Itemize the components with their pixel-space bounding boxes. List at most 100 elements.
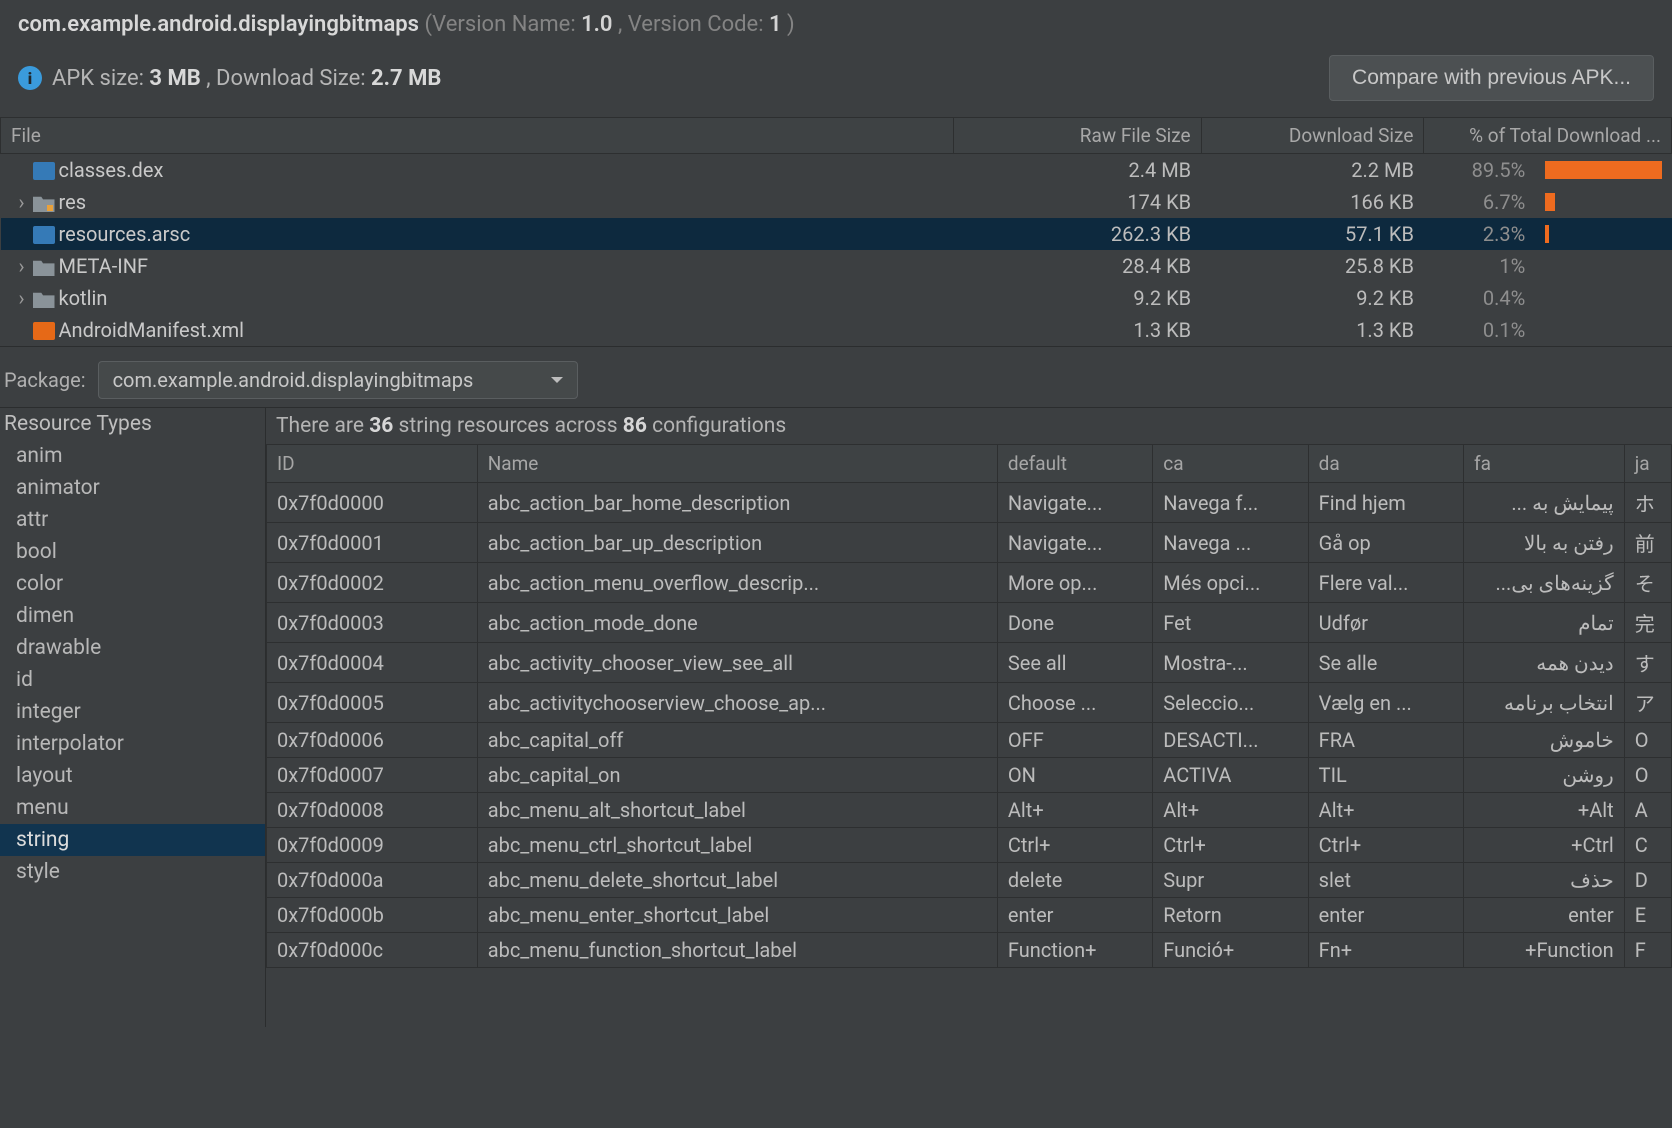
compare-apk-button[interactable]: Compare with previous APK... bbox=[1329, 55, 1654, 101]
file-row[interactable]: ›res174 KB166 KB6.7% bbox=[1, 186, 1672, 218]
resource-row[interactable]: 0x7f0d0001abc_action_bar_up_descriptionN… bbox=[267, 523, 1672, 563]
resource-type-item[interactable]: interpolator bbox=[0, 728, 265, 760]
res-da: Fn+ bbox=[1308, 933, 1463, 968]
resource-types-panel: Resource Types animanimatorattrboolcolor… bbox=[0, 408, 266, 1027]
res-default: ON bbox=[997, 758, 1152, 793]
pct-value: 0.1% bbox=[1424, 314, 1535, 346]
file-name: kotlin bbox=[59, 286, 108, 310]
res-default: More op... bbox=[997, 563, 1152, 603]
resource-row[interactable]: 0x7f0d0003abc_action_mode_doneDoneFetUdf… bbox=[267, 603, 1672, 643]
resource-type-item[interactable]: id bbox=[0, 664, 265, 696]
package-selector-row: Package: com.example.android.displayingb… bbox=[0, 346, 1672, 407]
file-tree-table: File Raw File Size Download Size % of To… bbox=[0, 117, 1672, 346]
package-dropdown[interactable]: com.example.android.displayingbitmaps bbox=[98, 361, 578, 399]
resource-row[interactable]: 0x7f0d0005abc_activitychooserview_choose… bbox=[267, 683, 1672, 723]
file-row[interactable]: classes.dex2.4 MB2.2 MB89.5% bbox=[1, 154, 1672, 187]
chevron-right-icon bbox=[11, 318, 33, 342]
file-row[interactable]: resources.arsc262.3 KB57.1 KB2.3% bbox=[1, 218, 1672, 250]
res-da: Vælg en ... bbox=[1308, 683, 1463, 723]
res-fa: Ctrl+ bbox=[1464, 828, 1625, 863]
res-col-header[interactable]: ja bbox=[1624, 445, 1671, 483]
resource-type-item[interactable]: animator bbox=[0, 472, 265, 504]
res-col-header[interactable]: ID bbox=[267, 445, 478, 483]
res-name: abc_capital_on bbox=[477, 758, 997, 793]
resource-type-item[interactable]: layout bbox=[0, 760, 265, 792]
res-ca: Retorn bbox=[1153, 898, 1308, 933]
res-ja: 完 bbox=[1624, 603, 1671, 643]
resource-type-item[interactable]: anim bbox=[0, 440, 265, 472]
file-row[interactable]: ›kotlin9.2 KB9.2 KB0.4% bbox=[1, 282, 1672, 314]
res-name: abc_action_bar_up_description bbox=[477, 523, 997, 563]
resource-type-item[interactable]: attr bbox=[0, 504, 265, 536]
file-name: AndroidManifest.xml bbox=[59, 318, 245, 342]
apk-analyzer-header: com.example.android.displayingbitmaps (V… bbox=[0, 0, 1672, 107]
res-default: Alt+ bbox=[997, 793, 1152, 828]
res-name: abc_menu_alt_shortcut_label bbox=[477, 793, 997, 828]
res-ca: Fet bbox=[1153, 603, 1308, 643]
resource-type-item[interactable]: string bbox=[0, 824, 265, 856]
res-default: Navigate... bbox=[997, 523, 1152, 563]
file-type-icon bbox=[33, 258, 55, 276]
resource-row[interactable]: 0x7f0d0006abc_capital_offOFFDESACTI...FR… bbox=[267, 723, 1672, 758]
resource-type-item[interactable]: color bbox=[0, 568, 265, 600]
res-ca: Navega ... bbox=[1153, 523, 1308, 563]
resource-type-item[interactable]: bool bbox=[0, 536, 265, 568]
resource-types-list: animanimatorattrboolcolordimendrawableid… bbox=[0, 440, 265, 888]
resource-row[interactable]: 0x7f0d0000abc_action_bar_home_descriptio… bbox=[267, 483, 1672, 523]
res-da: Se alle bbox=[1308, 643, 1463, 683]
res-col-header[interactable]: default bbox=[997, 445, 1152, 483]
resource-row[interactable]: 0x7f0d0009abc_menu_ctrl_shortcut_labelCt… bbox=[267, 828, 1672, 863]
download-size: 1.3 KB bbox=[1201, 314, 1424, 346]
resource-row[interactable]: 0x7f0d0004abc_activity_chooser_view_see_… bbox=[267, 643, 1672, 683]
res-name: abc_menu_enter_shortcut_label bbox=[477, 898, 997, 933]
res-ja: ホ bbox=[1624, 483, 1671, 523]
file-row[interactable]: ›META-INF28.4 KB25.8 KB1% bbox=[1, 250, 1672, 282]
pct-value: 6.7% bbox=[1424, 186, 1535, 218]
res-fa: Function+ bbox=[1464, 933, 1625, 968]
resource-type-item[interactable]: style bbox=[0, 856, 265, 888]
resource-row[interactable]: 0x7f0d0008abc_menu_alt_shortcut_labelAlt… bbox=[267, 793, 1672, 828]
pct-bar-cell bbox=[1535, 314, 1671, 346]
res-ca: Supr bbox=[1153, 863, 1308, 898]
col-dl-size[interactable]: Download Size bbox=[1201, 118, 1424, 154]
res-ja: A bbox=[1624, 793, 1671, 828]
resource-row[interactable]: 0x7f0d0002abc_action_menu_overflow_descr… bbox=[267, 563, 1672, 603]
res-da: enter bbox=[1308, 898, 1463, 933]
resource-row[interactable]: 0x7f0d000babc_menu_enter_shortcut_label e… bbox=[267, 898, 1672, 933]
res-col-header[interactable]: ca bbox=[1153, 445, 1308, 483]
res-id: 0x7f0d000b bbox=[267, 898, 478, 933]
res-da: TIL bbox=[1308, 758, 1463, 793]
col-file[interactable]: File bbox=[1, 118, 954, 154]
res-name: abc_activitychooserview_choose_ap... bbox=[477, 683, 997, 723]
file-type-icon bbox=[33, 290, 55, 308]
res-id: 0x7f0d0005 bbox=[267, 683, 478, 723]
resource-type-item[interactable]: drawable bbox=[0, 632, 265, 664]
resource-row[interactable]: 0x7f0d000aabc_menu_delete_shortcut_label… bbox=[267, 863, 1672, 898]
raw-size: 1.3 KB bbox=[954, 314, 1202, 346]
res-id: 0x7f0d0006 bbox=[267, 723, 478, 758]
res-name: abc_action_bar_home_description bbox=[477, 483, 997, 523]
resource-type-item[interactable]: integer bbox=[0, 696, 265, 728]
res-col-header[interactable]: Name bbox=[477, 445, 997, 483]
res-fa: روشن bbox=[1464, 758, 1625, 793]
download-size: 57.1 KB bbox=[1201, 218, 1424, 250]
res-col-header[interactable]: fa bbox=[1464, 445, 1625, 483]
res-name: abc_action_mode_done bbox=[477, 603, 997, 643]
resource-type-item[interactable]: menu bbox=[0, 792, 265, 824]
col-raw-size[interactable]: Raw File Size bbox=[954, 118, 1202, 154]
file-type-icon bbox=[33, 322, 55, 340]
col-pct[interactable]: % of Total Download ... bbox=[1424, 118, 1672, 154]
res-ca: Ctrl+ bbox=[1153, 828, 1308, 863]
res-id: 0x7f0d0000 bbox=[267, 483, 478, 523]
file-name: META-INF bbox=[59, 254, 149, 278]
resource-row[interactable]: 0x7f0d000cabc_menu_function_shortcut_lab… bbox=[267, 933, 1672, 968]
download-size: 25.8 KB bbox=[1201, 250, 1424, 282]
config-count: 86 bbox=[623, 414, 647, 438]
res-col-header[interactable]: da bbox=[1308, 445, 1463, 483]
res-name: abc_menu_function_shortcut_label bbox=[477, 933, 997, 968]
file-row[interactable]: AndroidManifest.xml1.3 KB1.3 KB0.1% bbox=[1, 314, 1672, 346]
resource-row[interactable]: 0x7f0d0007abc_capital_onONACTIVATILروشنO bbox=[267, 758, 1672, 793]
resource-type-item[interactable]: dimen bbox=[0, 600, 265, 632]
res-fa: انتخاب برنامه bbox=[1464, 683, 1625, 723]
res-ca: DESACTI... bbox=[1153, 723, 1308, 758]
